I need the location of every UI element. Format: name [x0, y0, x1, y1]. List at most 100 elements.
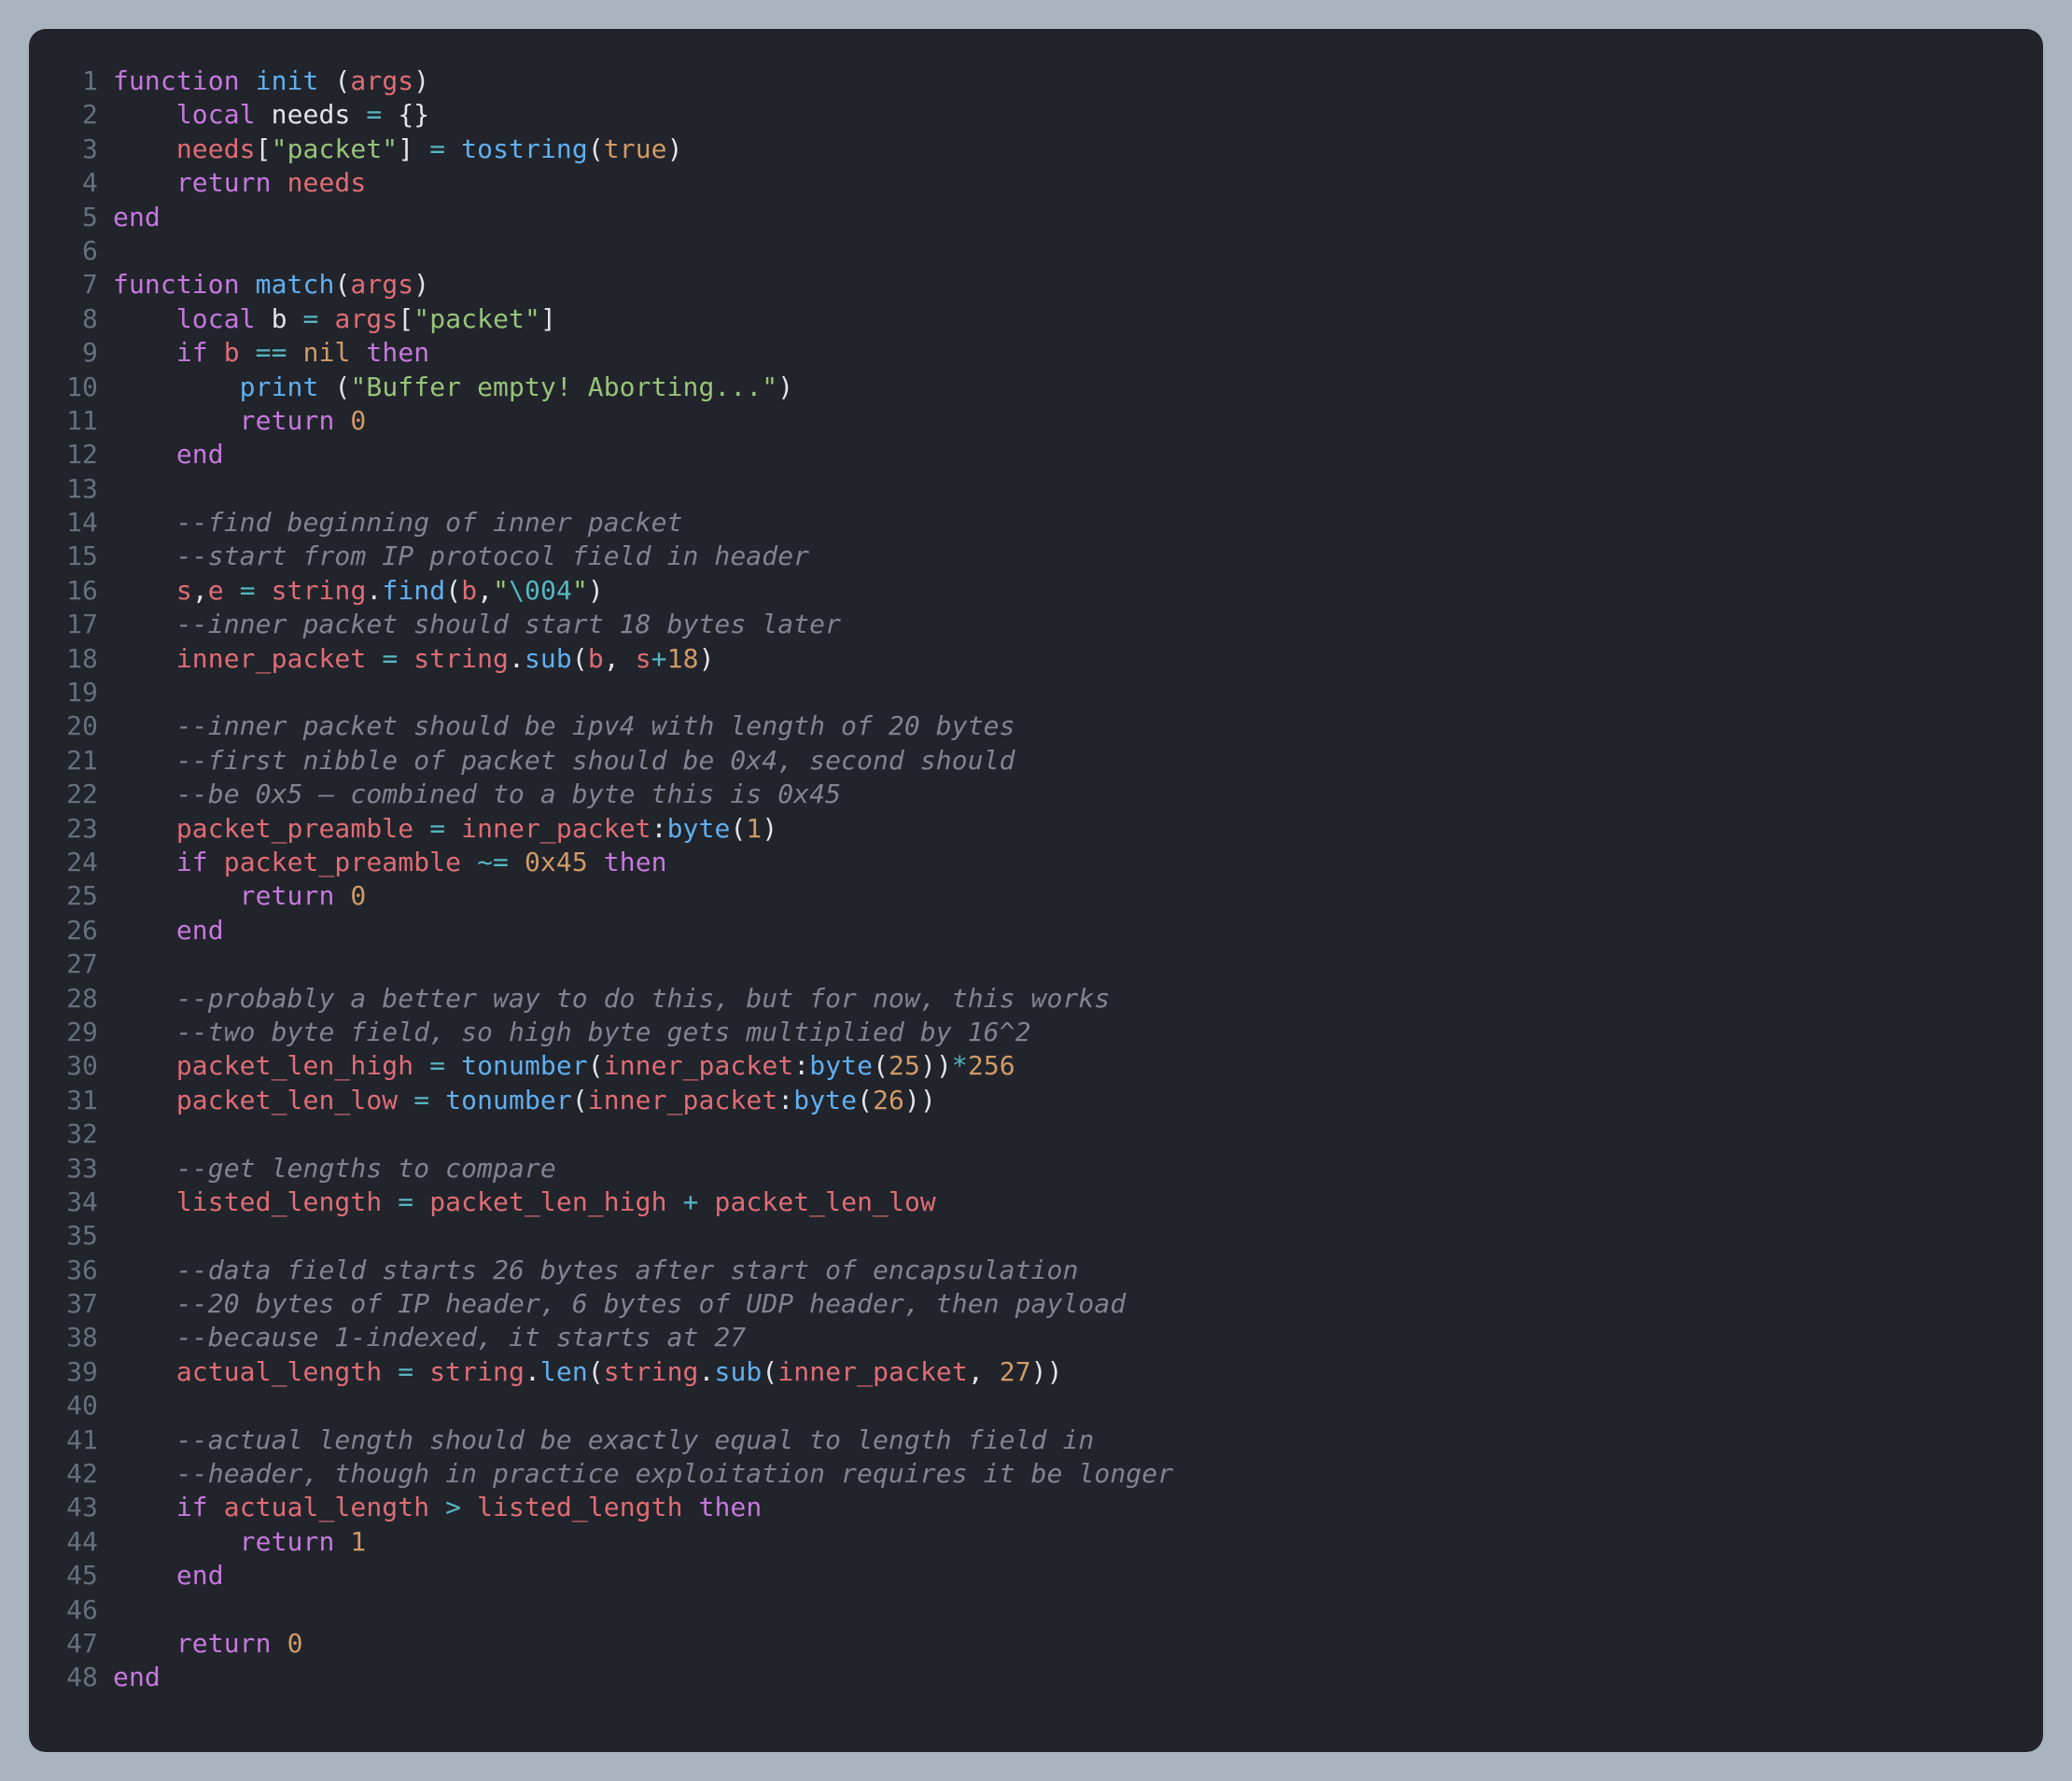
line-content: --20 bytes of IP header, 6 bytes of UDP …: [113, 1287, 2043, 1321]
line-number: 15: [29, 540, 113, 573]
code-line: 43 if actual_length > listed_length then: [29, 1491, 2043, 1524]
line-number: 20: [29, 709, 113, 743]
line-number: 44: [29, 1525, 113, 1559]
line-number: 43: [29, 1491, 113, 1524]
line-number: 48: [29, 1661, 113, 1694]
line-content: end: [113, 1661, 2043, 1694]
code-line: 15 --start from IP protocol field in hea…: [29, 540, 2043, 573]
line-content: if b == nil then: [113, 336, 2043, 370]
line-number: 36: [29, 1254, 113, 1287]
line-content: --inner packet should be ipv4 with lengt…: [113, 709, 2043, 743]
line-content: needs["packet"] = tostring(true): [113, 133, 2043, 166]
line-content: return 0: [113, 1627, 2043, 1661]
line-content: [113, 1593, 2043, 1627]
line-number: 33: [29, 1152, 113, 1185]
line-number: 45: [29, 1559, 113, 1592]
line-number: 9: [29, 336, 113, 370]
line-content: function init (args): [113, 64, 2043, 98]
line-number: 31: [29, 1084, 113, 1117]
line-number: 26: [29, 914, 113, 947]
line-number: 3: [29, 133, 113, 166]
line-content: local b = args["packet"]: [113, 302, 2043, 336]
line-number: 23: [29, 812, 113, 846]
line-number: 2: [29, 98, 113, 132]
code-line: 16 s,e = string.find(b,"\004"): [29, 574, 2043, 608]
line-content: [113, 1117, 2043, 1151]
line-content: local needs = {}: [113, 98, 2043, 132]
line-content: --first nibble of packet should be 0x4, …: [113, 744, 2043, 778]
line-number: 16: [29, 574, 113, 608]
line-content: --because 1-indexed, it starts at 27: [113, 1321, 2043, 1354]
code-line: 32: [29, 1117, 2043, 1151]
code-line: 3 needs["packet"] = tostring(true): [29, 133, 2043, 166]
line-content: end: [113, 1559, 2043, 1592]
line-number: 41: [29, 1423, 113, 1457]
line-content: [113, 1389, 2043, 1423]
code-line: 7function match(args): [29, 268, 2043, 302]
code-line: 12 end: [29, 438, 2043, 471]
line-content: return needs: [113, 166, 2043, 200]
line-number: 47: [29, 1627, 113, 1661]
line-number: 21: [29, 744, 113, 778]
line-number: 38: [29, 1321, 113, 1354]
code-line: 44 return 1: [29, 1525, 2043, 1559]
code-editor: 1function init (args)2 local needs = {}3…: [29, 29, 2043, 1752]
code-line: 48end: [29, 1661, 2043, 1694]
line-number: 40: [29, 1389, 113, 1423]
code-line: 6: [29, 234, 2043, 268]
line-content: [113, 1219, 2043, 1253]
code-line: 37 --20 bytes of IP header, 6 bytes of U…: [29, 1287, 2043, 1321]
line-content: if actual_length > listed_length then: [113, 1491, 2043, 1524]
code-line: 2 local needs = {}: [29, 98, 2043, 132]
line-number: 12: [29, 438, 113, 471]
line-content: [113, 947, 2043, 981]
line-content: --find beginning of inner packet: [113, 506, 2043, 540]
line-number: 42: [29, 1457, 113, 1491]
line-content: --two byte field, so high byte gets mult…: [113, 1016, 2043, 1049]
line-number: 28: [29, 982, 113, 1016]
code-line: 35: [29, 1219, 2043, 1253]
line-number: 46: [29, 1593, 113, 1627]
line-number: 1: [29, 64, 113, 98]
line-number: 19: [29, 676, 113, 709]
line-content: packet_preamble = inner_packet:byte(1): [113, 812, 2043, 846]
line-content: if packet_preamble ~= 0x45 then: [113, 846, 2043, 879]
line-content: [113, 472, 2043, 506]
code-line: 38 --because 1-indexed, it starts at 27: [29, 1321, 2043, 1354]
code-line: 27: [29, 947, 2043, 981]
line-number: 8: [29, 302, 113, 336]
line-number: 34: [29, 1185, 113, 1219]
line-number: 24: [29, 846, 113, 879]
line-content: --probably a better way to do this, but …: [113, 982, 2043, 1016]
line-content: --start from IP protocol field in header: [113, 540, 2043, 573]
line-number: 14: [29, 506, 113, 540]
code-line: 23 packet_preamble = inner_packet:byte(1…: [29, 812, 2043, 846]
code-line: 17 --inner packet should start 18 bytes …: [29, 608, 2043, 641]
line-content: packet_len_high = tonumber(inner_packet:…: [113, 1049, 2043, 1083]
line-number: 5: [29, 201, 113, 234]
code-line: 18 inner_packet = string.sub(b, s+18): [29, 642, 2043, 676]
line-number: 35: [29, 1219, 113, 1253]
line-content: s,e = string.find(b,"\004"): [113, 574, 2043, 608]
line-number: 32: [29, 1117, 113, 1151]
code-line: 24 if packet_preamble ~= 0x45 then: [29, 846, 2043, 879]
code-line: 8 local b = args["packet"]: [29, 302, 2043, 336]
code-line: 40: [29, 1389, 2043, 1423]
line-number: 25: [29, 879, 113, 913]
line-content: return 0: [113, 404, 2043, 438]
line-number: 7: [29, 268, 113, 302]
code-line: 46: [29, 1593, 2043, 1627]
line-number: 13: [29, 472, 113, 506]
line-content: listed_length = packet_len_high + packet…: [113, 1185, 2043, 1219]
line-content: actual_length = string.len(string.sub(in…: [113, 1355, 2043, 1389]
line-content: function match(args): [113, 268, 2043, 302]
code-line: 11 return 0: [29, 404, 2043, 438]
code-line: 19: [29, 676, 2043, 709]
code-line: 33 --get lengths to compare: [29, 1152, 2043, 1185]
code-line: 30 packet_len_high = tonumber(inner_pack…: [29, 1049, 2043, 1083]
code-line: 34 listed_length = packet_len_high + pac…: [29, 1185, 2043, 1219]
line-content: end: [113, 914, 2043, 947]
code-line: 39 actual_length = string.len(string.sub…: [29, 1355, 2043, 1389]
code-line: 20 --inner packet should be ipv4 with le…: [29, 709, 2043, 743]
line-number: 18: [29, 642, 113, 676]
